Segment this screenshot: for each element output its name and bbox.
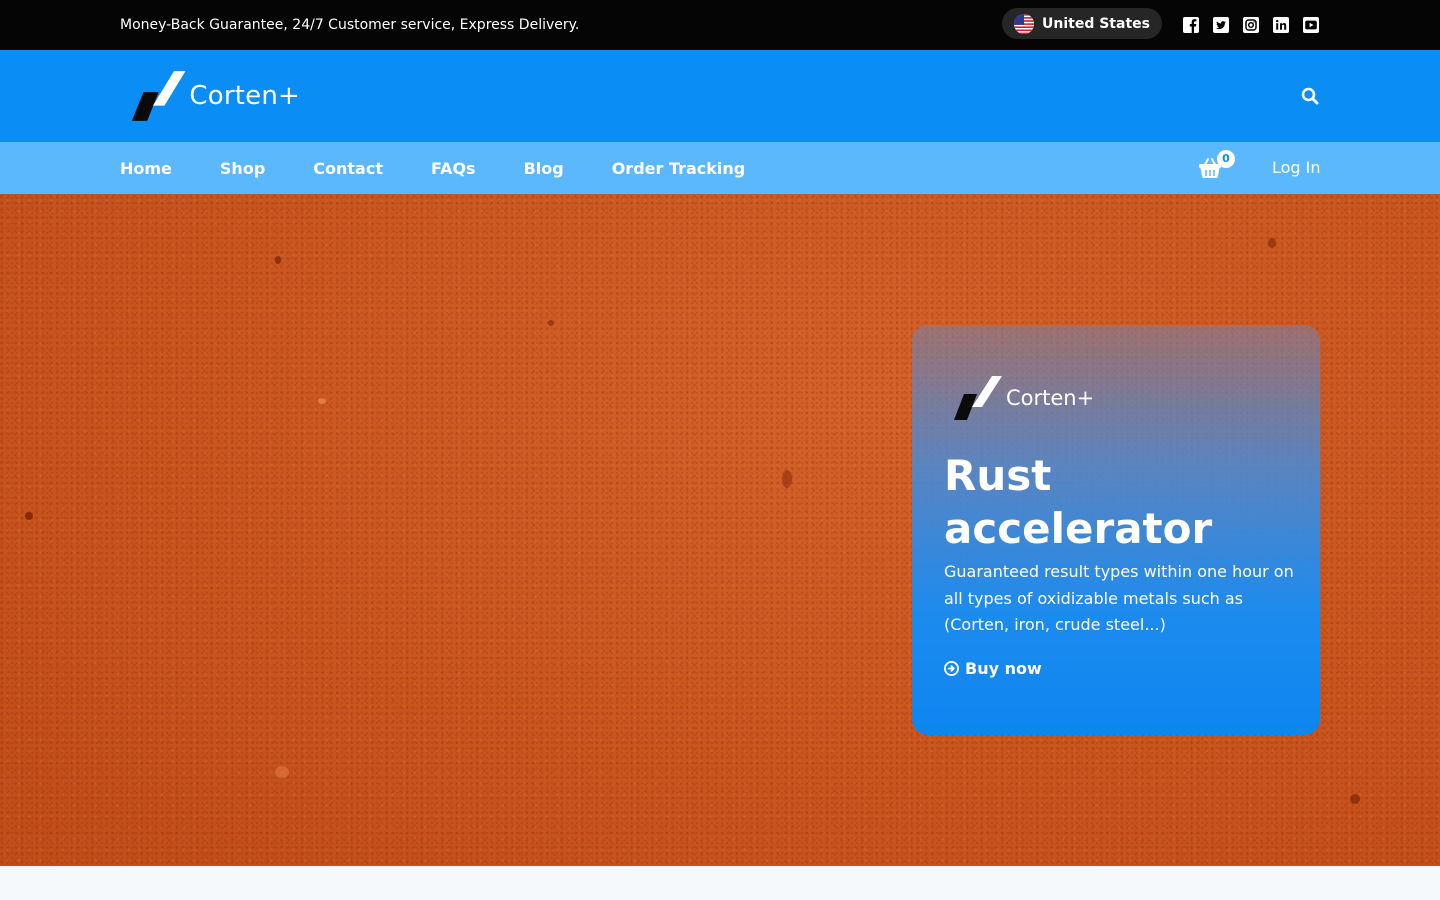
cart-button[interactable]: 0 [1198,150,1238,182]
nav-item-shop[interactable]: Shop [220,159,265,178]
search-icon[interactable] [1300,86,1320,106]
facebook-icon[interactable] [1182,16,1200,34]
hero-title: Rust accelerator [944,451,1213,553]
youtube-icon[interactable] [1302,16,1320,34]
hero-description: Guaranteed result types within one hour … [944,562,1294,634]
rust-speck [1350,794,1360,804]
nav-item-home[interactable]: Home [120,159,172,178]
nav-item-contact[interactable]: Contact [313,159,383,178]
linkedin-icon[interactable] [1272,16,1290,34]
buy-now-label: Buy now [965,659,1042,678]
country-label: United States [1042,15,1150,32]
top-bar: Money-Back Guarantee, 24/7 Customer serv… [0,0,1440,50]
logo-mark-icon [954,376,1002,420]
hero-banner: Corten+ Rust accelerator Guaranteed resu… [0,194,1440,866]
rust-speck [275,766,289,778]
instagram-icon[interactable] [1242,16,1260,34]
site-header: Corten+ [0,50,1440,142]
rust-speck [275,256,281,264]
logo-text: Corten+ [189,81,300,111]
buy-now-button[interactable]: Buy now [944,659,1042,678]
nav-item-blog[interactable]: Blog [524,159,564,178]
login-link[interactable]: Log In [1272,158,1321,177]
logo-mark-icon [131,71,186,121]
rust-speck [548,320,554,326]
nav-item-order-tracking[interactable]: Order Tracking [612,159,746,178]
card-logo: Corten+ [952,373,1102,423]
social-links [1182,16,1320,34]
country-selector[interactable]: United States [1002,8,1162,39]
cart-count-badge: 0 [1217,150,1235,168]
main-nav: Home Shop Contact FAQs Blog Order Tracki… [0,142,1440,194]
twitter-icon[interactable] [1212,16,1230,34]
nav-item-faqs[interactable]: FAQs [431,159,476,178]
hero-card: Corten+ Rust accelerator Guaranteed resu… [912,325,1320,735]
us-flag-icon [1014,13,1034,34]
topbar-message: Money-Back Guarantee, 24/7 Customer serv… [120,17,580,33]
rust-speck [782,470,792,488]
arrow-circle-right-icon [944,661,959,676]
rust-speck [1268,238,1276,248]
rust-speck [25,512,33,520]
site-logo[interactable]: Corten+ [130,68,300,124]
card-logo-text: Corten+ [1006,386,1095,410]
rust-speck [318,398,326,404]
